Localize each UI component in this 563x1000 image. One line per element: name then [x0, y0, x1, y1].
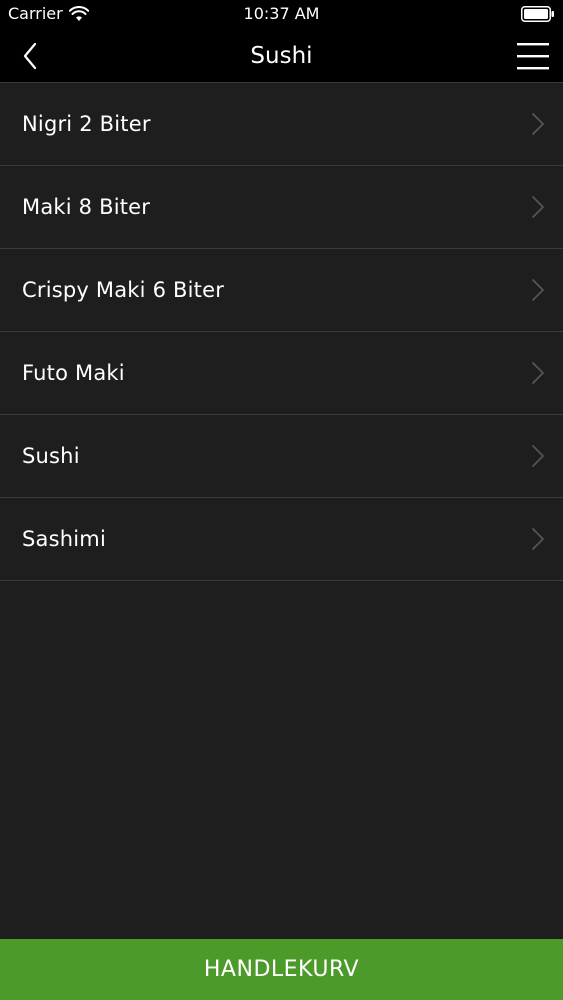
nav-bar: Sushi [0, 30, 563, 83]
chevron-right-icon [532, 279, 544, 301]
chevron-right-icon [532, 528, 544, 550]
list-item[interactable]: Sushi [0, 415, 563, 498]
page-title: Sushi [250, 43, 313, 69]
list-item-label: Crispy Maki 6 Biter [22, 278, 225, 302]
cart-label: HANDLEKURV [203, 957, 360, 982]
status-bar: Carrier 10:37 AM [0, 0, 563, 30]
status-time: 10:37 AM [243, 4, 320, 23]
list-item[interactable]: Nigri 2 Biter [0, 83, 563, 166]
chevron-right-icon [532, 445, 544, 467]
list-item-label: Futo Maki [22, 361, 125, 385]
category-list: Nigri 2 Biter Maki 8 Biter Crispy Maki 6… [0, 83, 563, 581]
list-item-label: Nigri 2 Biter [22, 112, 151, 136]
chevron-right-icon [532, 362, 544, 384]
list-item[interactable]: Futo Maki [0, 332, 563, 415]
battery-icon [521, 6, 554, 22]
list-item[interactable]: Maki 8 Biter [0, 166, 563, 249]
chevron-right-icon [532, 113, 544, 135]
list-item-label: Maki 8 Biter [22, 195, 151, 219]
chevron-right-icon [532, 196, 544, 218]
screen: Carrier 10:37 AM Sushi Nigri 2 Biter Mak… [0, 0, 563, 1000]
list-item[interactable]: Crispy Maki 6 Biter [0, 249, 563, 332]
list-item-label: Sushi [22, 444, 80, 468]
list-item[interactable]: Sashimi [0, 498, 563, 581]
hamburger-menu-icon[interactable] [515, 38, 551, 74]
cart-button[interactable]: HANDLEKURV [0, 939, 563, 1000]
list-item-label: Sashimi [22, 527, 106, 551]
